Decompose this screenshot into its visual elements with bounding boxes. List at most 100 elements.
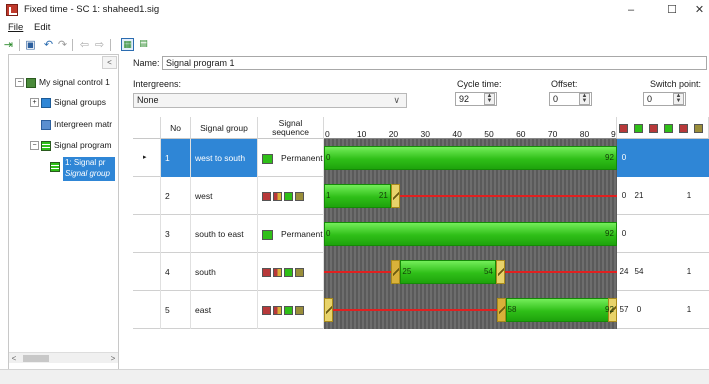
back-icon[interactable]: ⇦ — [78, 38, 91, 51]
timeline-track[interactable]: 0 92 — [324, 215, 617, 253]
green-start-value[interactable]: 0 — [617, 215, 631, 253]
min-green-value[interactable]: 1 — [682, 291, 696, 329]
green-start-value[interactable]: 0 — [617, 139, 631, 177]
tree-item-signal-control[interactable]: − My signal control 1 — [15, 76, 110, 89]
amber-interval-bar[interactable] — [390, 184, 400, 208]
row-number: 4 — [161, 253, 191, 291]
red-amber-interval-bar[interactable] — [391, 260, 401, 284]
green-end-value[interactable] — [631, 215, 647, 253]
table-row[interactable]: 2 west 1 21 0 21 1 — [133, 177, 709, 215]
timeline-track[interactable]: 0 92 — [324, 139, 617, 177]
tree-item-signal-program[interactable]: − Signal program — [30, 139, 112, 152]
row-marker-icon[interactable] — [133, 177, 161, 215]
intergreens-select[interactable]: None ∨ — [133, 93, 407, 108]
green-start-label: 1 — [326, 191, 331, 200]
green-end-value[interactable]: 21 — [631, 177, 647, 215]
maximize-button[interactable]: ☐ — [657, 2, 687, 18]
table-row[interactable]: 5 east 58 92 57 0 1 — [133, 291, 709, 329]
undo-icon[interactable]: ↶ — [42, 38, 55, 51]
timeline-track[interactable]: 25 54 — [324, 253, 617, 291]
save-icon[interactable]: ▣ — [24, 38, 37, 51]
tree-item-program-icon-wrap — [50, 160, 63, 172]
table-row[interactable]: 3 south to east Permanent 0 92 0 — [133, 215, 709, 253]
forward-icon[interactable]: ⇨ — [93, 38, 106, 51]
red-amber-signal-icon — [273, 306, 282, 316]
min-green-value[interactable]: 1 — [682, 177, 696, 215]
timeline-track[interactable]: 58 92 — [324, 291, 617, 329]
green-end-value[interactable]: 0 — [631, 291, 647, 329]
tree-item-signal-program-1[interactable]: 1: Signal pr Signal group — [63, 157, 115, 181]
minimize-button[interactable]: – — [616, 2, 646, 18]
red-amber-interval-bar[interactable] — [496, 298, 506, 322]
name-input[interactable]: Signal program 1 — [162, 56, 707, 70]
signal-group-name[interactable]: south — [191, 253, 258, 291]
timeline-track[interactable]: 1 21 — [324, 177, 617, 215]
redo-icon[interactable]: ↷ — [56, 38, 69, 51]
status-bar — [0, 369, 709, 384]
cycle-time-stepper[interactable]: ▲ ▼ — [484, 93, 495, 105]
signal-sequence[interactable]: Permanent — [258, 215, 324, 253]
header-signal-sequence[interactable]: Signal sequence — [258, 117, 324, 139]
signal-group-name[interactable]: west to south — [191, 139, 258, 177]
green-interval-bar[interactable] — [324, 222, 617, 246]
header-sequence-line2: sequence — [272, 127, 309, 137]
row-marker-icon[interactable] — [133, 215, 161, 253]
row-marker-icon[interactable] — [133, 253, 161, 291]
collapse-icon[interactable]: − — [15, 78, 24, 88]
signal-state-icon — [679, 124, 688, 133]
amber-signal-icon — [295, 306, 304, 316]
green-signal-icon — [262, 229, 273, 240]
tree-item-label: Signal groups — [54, 97, 106, 107]
table-row[interactable]: 4 south 25 54 24 54 1 — [133, 253, 709, 291]
matrix-icon — [41, 119, 51, 130]
amber-interval-bar[interactable] — [495, 260, 505, 284]
scroll-right-icon[interactable]: > — [108, 353, 118, 364]
header-signal-group[interactable]: Signal group — [191, 117, 258, 139]
green-signal-icon — [284, 268, 293, 278]
min-green-value[interactable]: 1 — [682, 253, 696, 291]
amber-interval-bar[interactable] — [324, 298, 333, 322]
signal-group-name[interactable]: west — [191, 177, 258, 215]
signal-state-icon — [664, 124, 673, 133]
row-marker-icon[interactable] — [133, 291, 161, 329]
green-end-value[interactable] — [631, 139, 647, 177]
green-interval-bar[interactable] — [400, 260, 496, 284]
row-number: 3 — [161, 215, 191, 253]
signal-sequence[interactable] — [258, 291, 324, 329]
menu-file[interactable]: File — [8, 22, 23, 33]
row-marker-icon[interactable]: ▸ — [133, 139, 161, 177]
signal-group-name[interactable]: south to east — [191, 215, 258, 253]
green-end-value[interactable]: 54 — [631, 253, 647, 291]
green-start-value[interactable]: 0 — [617, 177, 631, 215]
signal-sequence[interactable] — [258, 253, 324, 291]
green-start-value[interactable]: 24 — [617, 253, 631, 291]
layout-split-icon[interactable]: ▤ — [137, 38, 150, 51]
signal-sequence[interactable] — [258, 177, 324, 215]
green-interval-bar[interactable] — [324, 146, 617, 170]
signal-state-icon — [634, 124, 643, 133]
signal-sequence[interactable]: Permanent — [258, 139, 324, 177]
amber-signal-icon — [295, 268, 304, 278]
layout-grid-icon[interactable]: ▦ — [121, 38, 134, 51]
green-start-value[interactable]: 57 — [617, 291, 631, 329]
green-signal-icon — [284, 306, 293, 316]
scrollbar-thumb[interactable] — [23, 355, 49, 362]
green-interval-bar[interactable] — [505, 298, 617, 322]
scroll-left-icon[interactable]: < — [9, 353, 19, 364]
tree-horizontal-scrollbar[interactable]: < > — [9, 352, 118, 363]
signal-group-name[interactable]: east — [191, 291, 258, 329]
header-no[interactable]: No — [161, 117, 191, 139]
switch-point-stepper[interactable]: ▲ ▼ — [673, 93, 684, 105]
tree-item-intergreen-matrix[interactable]: Intergreen matr — [41, 118, 112, 131]
min-green-value[interactable] — [682, 215, 696, 253]
import-icon[interactable]: ⇥ — [2, 38, 15, 51]
offset-stepper[interactable]: ▲ ▼ — [579, 93, 590, 105]
close-button[interactable]: ✕ — [690, 2, 709, 18]
table-row[interactable]: ▸ 1 west to south Permanent 0 92 0 — [133, 139, 709, 177]
expand-icon[interactable]: + — [30, 98, 39, 108]
tree-item-signal-groups[interactable]: + Signal groups — [30, 96, 106, 109]
tree-item-label: Intergreen matr — [54, 119, 113, 129]
collapse-panel-button[interactable]: < — [102, 56, 117, 69]
collapse-icon[interactable]: − — [30, 141, 39, 151]
menu-edit[interactable]: Edit — [34, 22, 50, 33]
